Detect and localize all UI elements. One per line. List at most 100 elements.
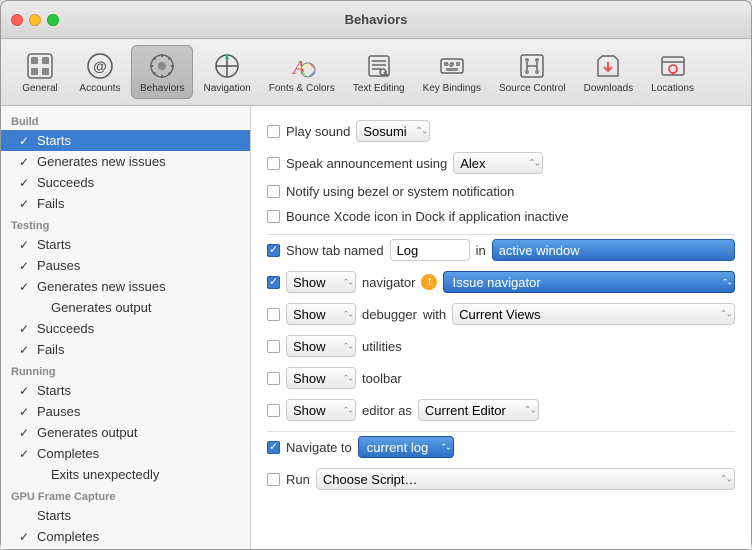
toolbar-item-behaviors[interactable]: Behaviors: [131, 45, 193, 99]
sidebar-item-build-fails[interactable]: ✓ Fails: [1, 193, 250, 214]
notify-bezel-label: Notify using bezel or system notificatio…: [286, 184, 514, 199]
navigate-select-wrapper: current log debugger test report: [358, 436, 454, 458]
toolbar-item-downloads[interactable]: Downloads: [576, 46, 641, 98]
sidebar-item-gpu-completes[interactable]: ✓ Completes: [1, 526, 250, 547]
toolbar-label-accounts: Accounts: [79, 83, 120, 94]
section-header-gpu: GPU Frame Capture: [1, 485, 250, 505]
show-toolbar-row: Show Hide toolbar: [267, 367, 735, 389]
detail-pane: Play sound Sosumi Basso Blow Bottle Spea…: [251, 106, 751, 549]
accounts-icon: @: [84, 50, 116, 82]
sidebar-item-build-succeeds[interactable]: ✓ Succeeds: [1, 172, 250, 193]
sidebar-item-testing-generates[interactable]: ✓ Generates new issues: [1, 276, 250, 297]
speak-select[interactable]: Alex Samantha Victoria: [453, 152, 543, 174]
toolbar-label-general: General: [22, 83, 58, 94]
sidebar-item-testing-pauses[interactable]: ✓ Pauses: [1, 255, 250, 276]
views-select-wrapper: Current Views Variables & Console Consol…: [452, 303, 735, 325]
run-checkbox[interactable]: [267, 473, 280, 486]
show-editor-select-wrapper: Show Hide: [286, 399, 356, 421]
window-select[interactable]: active window new window separate tab: [492, 239, 735, 261]
sidebar-item-label: Generates new issues: [37, 279, 166, 294]
navigator-label: navigator: [362, 275, 415, 290]
show-navigator-row: Show Hide navigator ! Issue navigator De…: [267, 271, 735, 293]
speak-announcement-row: Speak announcement using Alex Samantha V…: [267, 152, 735, 174]
check-icon: ✓: [19, 134, 33, 148]
sidebar-item-label: Completes: [37, 446, 99, 461]
sidebar-item-testing-output[interactable]: Generates output: [1, 297, 250, 318]
play-sound-select[interactable]: Sosumi Basso Blow Bottle: [356, 120, 430, 142]
sidebar-item-label: Pauses: [37, 258, 80, 273]
notify-bezel-checkbox[interactable]: [267, 185, 280, 198]
toolbar-item-fonts-colors[interactable]: A Fonts & Colors: [261, 46, 343, 98]
toolbar-item-accounts[interactable]: @ Accounts: [71, 46, 129, 98]
show-utilities-select[interactable]: Show Hide: [286, 335, 356, 357]
show-navigator-select-wrapper: Show Hide: [286, 271, 356, 293]
show-debugger-select[interactable]: Show Hide: [286, 303, 356, 325]
tab-name-input[interactable]: [390, 239, 470, 261]
toolbar-item-general[interactable]: General: [11, 46, 69, 98]
sidebar-item-running-exits[interactable]: Exits unexpectedly: [1, 464, 250, 485]
toolbar-label-locations: Locations: [651, 83, 694, 94]
show-editor-select[interactable]: Show Hide: [286, 399, 356, 421]
show-toolbar-checkbox[interactable]: [267, 372, 280, 385]
show-navigator-checkbox[interactable]: [267, 276, 280, 289]
sidebar-item-running-output[interactable]: ✓ Generates output: [1, 422, 250, 443]
sidebar-item-label: Completes: [37, 529, 99, 544]
show-toolbar-select[interactable]: Show Hide: [286, 367, 356, 389]
sidebar: Build ✓ Starts ✓ Generates new issues ✓ …: [1, 106, 251, 549]
section-header-testing: Testing: [1, 214, 250, 234]
speak-select-wrapper: Alex Samantha Victoria: [453, 152, 543, 174]
show-editor-row: Show Hide editor as Current Editor Stand…: [267, 399, 735, 421]
sidebar-item-label: Succeeds: [37, 175, 94, 190]
play-sound-checkbox[interactable]: [267, 125, 280, 138]
traffic-lights: [1, 14, 59, 26]
maximize-button[interactable]: [47, 14, 59, 26]
bounce-xcode-checkbox[interactable]: [267, 210, 280, 223]
navigate-to-checkbox[interactable]: [267, 441, 280, 454]
sidebar-item-build-starts[interactable]: ✓ Starts: [1, 130, 250, 151]
editor-select[interactable]: Current Editor Standard Editor Assistant…: [418, 399, 539, 421]
general-icon: [24, 50, 56, 82]
speak-announcement-checkbox[interactable]: [267, 157, 280, 170]
views-select[interactable]: Current Views Variables & Console Consol…: [452, 303, 735, 325]
toolbar-item-navigation[interactable]: Navigation: [195, 46, 258, 98]
sidebar-item-testing-fails[interactable]: ✓ Fails: [1, 339, 250, 360]
toolbar-item-text-editing[interactable]: Text Editing: [345, 46, 413, 98]
sidebar-item-running-pauses[interactable]: ✓ Pauses: [1, 401, 250, 422]
sidebar-item-label: Pauses: [37, 404, 80, 419]
window-select-wrapper: active window new window separate tab: [492, 239, 735, 261]
show-debugger-checkbox[interactable]: [267, 308, 280, 321]
sidebar-item-running-starts[interactable]: ✓ Starts: [1, 380, 250, 401]
sidebar-item-label: Starts: [37, 383, 71, 398]
section-header-running: Running: [1, 360, 250, 380]
toolbar-item-locations[interactable]: Locations: [643, 46, 702, 98]
minimize-button[interactable]: [29, 14, 41, 26]
show-utilities-checkbox[interactable]: [267, 340, 280, 353]
play-sound-select-wrapper: Sosumi Basso Blow Bottle: [356, 120, 430, 142]
main-window: Behaviors General @ Acc: [0, 0, 752, 550]
sidebar-item-running-completes[interactable]: ✓ Completes: [1, 443, 250, 464]
toolbar-item-key-bindings[interactable]: ⌥ Key Bindings: [415, 46, 489, 98]
toolbar-label-navigation: Navigation: [203, 83, 250, 94]
sidebar-item-gpu-starts[interactable]: Starts: [1, 505, 250, 526]
show-navigator-select[interactable]: Show Hide: [286, 271, 356, 293]
check-icon: ✓: [19, 259, 33, 273]
play-sound-label: Play sound: [286, 124, 350, 139]
utilities-label: utilities: [362, 339, 402, 354]
in-label: in: [476, 243, 486, 258]
sidebar-item-testing-succeeds[interactable]: ✓ Succeeds: [1, 318, 250, 339]
check-icon: ✓: [19, 280, 33, 294]
close-button[interactable]: [11, 14, 23, 26]
show-editor-checkbox[interactable]: [267, 404, 280, 417]
toolbar-item-source-control[interactable]: Source Control: [491, 46, 574, 98]
navigate-to-label: Navigate to: [286, 440, 352, 455]
sidebar-item-label: Starts: [37, 237, 71, 252]
navigate-to-select[interactable]: current log debugger test report: [358, 436, 454, 458]
editor-as-label: editor as: [362, 403, 412, 418]
toolbar-label: toolbar: [362, 371, 402, 386]
sidebar-item-build-generates[interactable]: ✓ Generates new issues: [1, 151, 250, 172]
sidebar-item-testing-starts[interactable]: ✓ Starts: [1, 234, 250, 255]
issue-navigator-select[interactable]: Issue navigator Debug navigator Log navi…: [443, 271, 735, 293]
titlebar: Behaviors: [1, 1, 751, 39]
run-script-select[interactable]: Choose Script…: [316, 468, 735, 490]
show-tab-checkbox[interactable]: [267, 244, 280, 257]
